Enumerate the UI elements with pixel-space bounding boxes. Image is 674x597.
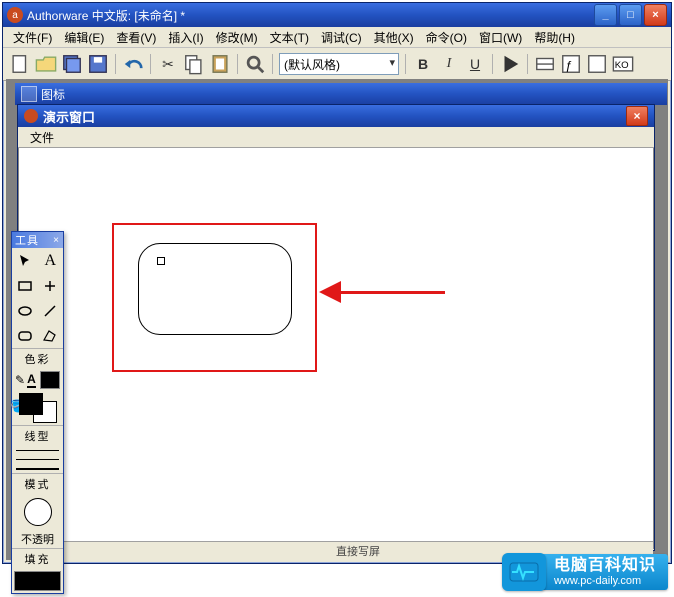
menu-window[interactable]: 窗口(W) <box>473 28 528 47</box>
tool-palette[interactable]: 工具 × A 色彩 ✎ A 🪣 线型 模式 不透明 填充 <box>11 231 64 594</box>
tool-text-icon[interactable]: A <box>38 248 64 273</box>
presentation-menubar: 文件 <box>18 127 654 148</box>
pen-color-row[interactable]: ✎ A <box>12 369 63 391</box>
tool-ellipse-icon[interactable] <box>12 298 38 323</box>
pen-color-swatch[interactable] <box>40 371 60 389</box>
tb-open-icon[interactable] <box>35 53 57 75</box>
presentation-menu-file[interactable]: 文件 <box>24 128 60 147</box>
palette-section-line: 线型 <box>12 425 63 446</box>
tool-palette-title: 工具 <box>15 232 53 248</box>
tb-play-icon[interactable] <box>499 53 521 75</box>
tool-pointer-icon[interactable] <box>12 248 38 273</box>
app-window: a Authorware 中文版: [未命名] * _ □ × 文件(F) 编辑… <box>2 2 672 564</box>
tb-save-all-icon[interactable] <box>61 53 83 75</box>
menu-text[interactable]: 文本(T) <box>264 28 315 47</box>
presentation-titlebar[interactable]: 演示窗口 × <box>18 105 654 127</box>
palette-section-color: 色彩 <box>12 348 63 369</box>
menu-view[interactable]: 查看(V) <box>110 28 162 47</box>
fill-swatch[interactable] <box>12 569 63 593</box>
menu-insert[interactable]: 插入(I) <box>162 28 209 47</box>
maximize-button[interactable]: □ <box>619 4 642 26</box>
fg-color-swatch[interactable] <box>19 393 43 415</box>
tool-diagonal-line-icon[interactable] <box>38 298 64 323</box>
icon-panel-title: 图标 <box>41 86 65 103</box>
tb-functions-icon[interactable]: ƒ <box>560 53 582 75</box>
app-title: Authorware 中文版: [未命名] * <box>27 7 594 24</box>
tb-find-icon[interactable] <box>244 53 266 75</box>
watermark-line1: 电脑百科知识 <box>554 557 656 575</box>
window-controls: _ □ × <box>594 4 667 26</box>
watermark-pulse-icon <box>502 553 546 591</box>
presentation-window: 演示窗口 × 文件 <box>17 104 655 551</box>
tool-rect-icon[interactable] <box>12 273 38 298</box>
tb-new-icon[interactable] <box>9 53 31 75</box>
tb-bold-icon[interactable]: B <box>412 53 434 75</box>
tb-save-icon[interactable] <box>87 53 109 75</box>
presentation-close-button[interactable]: × <box>626 106 648 126</box>
tool-palette-close-button[interactable]: × <box>53 235 60 246</box>
line-weight-3[interactable] <box>12 464 63 473</box>
style-select[interactable]: (默认风格) <box>279 53 399 75</box>
tool-polygon-icon[interactable] <box>38 323 64 348</box>
menu-debug[interactable]: 调试(C) <box>315 28 368 47</box>
tb-control-panel-icon[interactable] <box>534 53 556 75</box>
tb-italic-icon[interactable]: I <box>438 53 460 75</box>
tb-copy-icon[interactable] <box>183 53 205 75</box>
minimize-button[interactable]: _ <box>594 4 617 26</box>
text-color-letter: A <box>27 372 36 388</box>
palette-section-mode: 模式 <box>12 473 63 494</box>
status-text: 直接写屏 <box>336 543 380 559</box>
tool-palette-titlebar[interactable]: 工具 × <box>12 232 63 248</box>
menubar: 文件(F) 编辑(E) 查看(V) 插入(I) 修改(M) 文本(T) 调试(C… <box>3 27 671 48</box>
presentation-app-icon <box>24 109 38 123</box>
line-weight-2[interactable] <box>12 455 63 464</box>
menu-modify[interactable]: 修改(M) <box>210 28 264 47</box>
tb-cut-icon[interactable]: ✂ <box>157 53 179 75</box>
tb-knowledge-icon[interactable]: KO <box>612 53 634 75</box>
close-button[interactable]: × <box>644 4 667 26</box>
menu-help[interactable]: 帮助(H) <box>528 28 581 47</box>
tb-undo-icon[interactable] <box>122 53 144 75</box>
shape-corner-handle[interactable] <box>157 257 165 265</box>
mode-preview[interactable] <box>12 494 63 530</box>
svg-text:ƒ: ƒ <box>566 59 573 73</box>
tool-rounded-rect-icon[interactable] <box>12 323 38 348</box>
tb-paste-icon[interactable] <box>209 53 231 75</box>
svg-text:KO: KO <box>615 60 629 71</box>
app-icon: a <box>7 7 23 23</box>
icon-panel-icon <box>21 86 37 102</box>
watermark-text: 电脑百科知识 www.pc-daily.com <box>540 554 668 590</box>
mode-value: 不透明 <box>12 530 63 548</box>
watermark-line2: www.pc-daily.com <box>554 575 656 587</box>
menu-edit[interactable]: 编辑(E) <box>58 28 110 47</box>
annotation-arrow <box>319 281 449 305</box>
style-select-value: (默认风格) <box>284 56 340 73</box>
menu-other[interactable]: 其他(X) <box>368 28 420 47</box>
tb-underline-icon[interactable]: U <box>464 53 486 75</box>
pen-icon: ✎ <box>15 373 25 387</box>
tb-variables-icon[interactable] <box>586 53 608 75</box>
tool-line-icon[interactable] <box>38 273 64 298</box>
line-weight-1[interactable] <box>12 446 63 455</box>
icon-panel-titlebar[interactable]: 图标 <box>15 83 667 105</box>
presentation-title: 演示窗口 <box>43 107 626 126</box>
main-toolbar: ✂ (默认风格) B I U ƒ KO <box>3 48 671 81</box>
fg-bg-swatches[interactable]: 🪣 <box>17 393 59 423</box>
watermark-badge: 电脑百科知识 www.pc-daily.com <box>502 553 668 591</box>
menu-file[interactable]: 文件(F) <box>7 28 58 47</box>
titlebar[interactable]: a Authorware 中文版: [未命名] * _ □ × <box>3 3 671 27</box>
menu-command[interactable]: 命令(O) <box>420 28 473 47</box>
palette-section-fill: 填充 <box>12 548 63 569</box>
presentation-canvas[interactable] <box>18 148 654 549</box>
